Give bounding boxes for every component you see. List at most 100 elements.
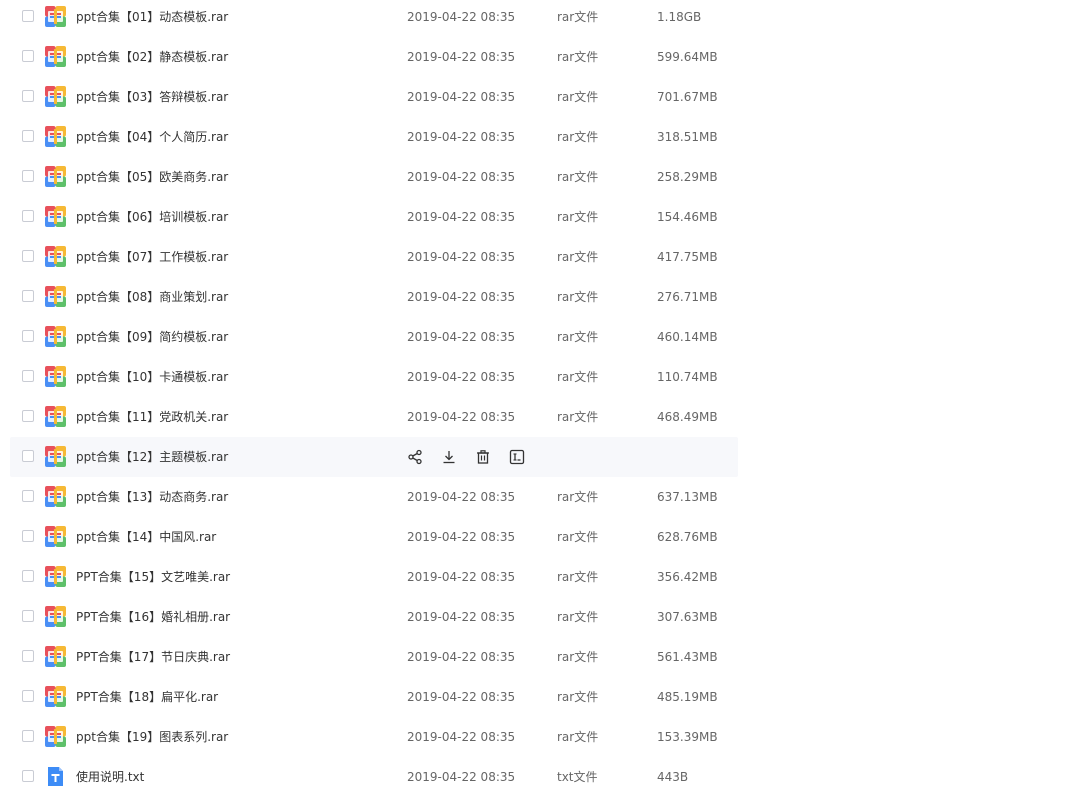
file-name-link[interactable]: ppt合集【03】答辩模板.rar bbox=[76, 77, 228, 117]
file-row[interactable]: ppt合集【14】中国风.rar 2019-04-22 08:35 rar文件 628… bbox=[10, 517, 738, 557]
file-name-link[interactable]: PPT合集【15】文艺唯美.rar bbox=[76, 557, 230, 597]
file-type: rar文件 bbox=[557, 490, 599, 504]
file-name-link[interactable]: ppt合集【06】培训模板.rar bbox=[76, 197, 228, 237]
file-size: 318.51MB bbox=[657, 130, 718, 144]
file-row[interactable]: ppt合集【02】静态模板.rar 2019-04-22 08:35 rar文件 59… bbox=[10, 37, 738, 77]
rename-button[interactable] bbox=[508, 448, 526, 466]
file-size: 628.76MB bbox=[657, 530, 718, 544]
file-row[interactable]: ppt合集【06】培训模板.rar 2019-04-22 08:35 rar文件 15… bbox=[10, 197, 738, 237]
file-name-link[interactable]: ppt合集【07】工作模板.rar bbox=[76, 237, 228, 277]
rar-archive-icon bbox=[45, 126, 66, 147]
rar-archive-icon bbox=[45, 6, 66, 27]
file-date: 2019-04-22 08:35 bbox=[407, 490, 516, 504]
row-checkbox[interactable] bbox=[22, 690, 34, 702]
row-checkbox[interactable] bbox=[22, 330, 34, 342]
file-date: 2019-04-22 08:35 bbox=[407, 410, 516, 424]
row-checkbox[interactable] bbox=[22, 10, 34, 22]
file-row[interactable]: ppt合集【10】卡通模板.rar 2019-04-22 08:35 rar文件 11… bbox=[10, 357, 738, 397]
file-name-link[interactable]: ppt合集【01】动态模板.rar bbox=[76, 0, 228, 37]
rename-icon bbox=[509, 449, 525, 465]
file-size: 460.14MB bbox=[657, 330, 718, 344]
file-name-link[interactable]: ppt合集【12】主题模板.rar bbox=[76, 437, 228, 477]
delete-icon bbox=[477, 450, 489, 464]
file-type: rar文件 bbox=[557, 50, 599, 64]
row-checkbox[interactable] bbox=[22, 130, 34, 142]
file-name-link[interactable]: ppt合集【09】简约模板.rar bbox=[76, 317, 228, 357]
rar-archive-icon bbox=[45, 46, 66, 67]
row-checkbox[interactable] bbox=[22, 250, 34, 262]
file-name-link[interactable]: ppt合集【02】静态模板.rar bbox=[76, 37, 228, 77]
rar-archive-icon bbox=[45, 446, 66, 467]
share-button[interactable] bbox=[406, 448, 424, 466]
file-row[interactable]: PPT合集【15】文艺唯美.rar 2019-04-22 08:35 rar文件 35… bbox=[10, 557, 738, 597]
file-type: rar文件 bbox=[557, 410, 599, 424]
file-row[interactable]: ppt合集【08】商业策划.rar 2019-04-22 08:35 rar文件 27… bbox=[10, 277, 738, 317]
file-type: rar文件 bbox=[557, 650, 599, 664]
file-type: rar文件 bbox=[557, 210, 599, 224]
file-list: ppt合集【01】动态模板.rar 2019-04-22 08:35 rar文件 1.… bbox=[10, 0, 738, 797]
row-checkbox[interactable] bbox=[22, 450, 34, 462]
file-type: rar文件 bbox=[557, 290, 599, 304]
file-row[interactable]: ppt合集【12】主题模板.rar bbox=[10, 437, 738, 477]
row-checkbox[interactable] bbox=[22, 530, 34, 542]
rar-archive-icon bbox=[45, 726, 66, 747]
file-name-link[interactable]: ppt合集【13】动态商务.rar bbox=[76, 477, 228, 517]
row-checkbox[interactable] bbox=[22, 170, 34, 182]
file-name-link[interactable]: 使用说明.txt bbox=[76, 757, 144, 797]
file-type: rar文件 bbox=[557, 610, 599, 624]
file-date: 2019-04-22 08:35 bbox=[407, 690, 516, 704]
file-size: 276.71MB bbox=[657, 290, 718, 304]
file-row[interactable]: PPT合集【17】节日庆典.rar 2019-04-22 08:35 rar文件 56… bbox=[10, 637, 738, 677]
file-date: 2019-04-22 08:35 bbox=[407, 610, 516, 624]
row-checkbox[interactable] bbox=[22, 290, 34, 302]
file-row[interactable]: PPT合集【16】婚礼相册.rar 2019-04-22 08:35 rar文件 30… bbox=[10, 597, 738, 637]
file-row[interactable]: ppt合集【07】工作模板.rar 2019-04-22 08:35 rar文件 41… bbox=[10, 237, 738, 277]
file-type: rar文件 bbox=[557, 330, 599, 344]
file-row[interactable]: ppt合集【01】动态模板.rar 2019-04-22 08:35 rar文件 1.… bbox=[10, 0, 738, 37]
file-name-link[interactable]: ppt合集【04】个人简历.rar bbox=[76, 117, 228, 157]
file-row[interactable]: ppt合集【19】图表系列.rar 2019-04-22 08:35 rar文件 15… bbox=[10, 717, 738, 757]
row-checkbox[interactable] bbox=[22, 610, 34, 622]
file-type: rar文件 bbox=[557, 570, 599, 584]
row-checkbox[interactable] bbox=[22, 770, 34, 782]
row-checkbox[interactable] bbox=[22, 50, 34, 62]
file-name-link[interactable]: PPT合集【16】婚礼相册.rar bbox=[76, 597, 230, 637]
row-checkbox[interactable] bbox=[22, 210, 34, 222]
rar-archive-icon bbox=[45, 486, 66, 507]
file-name-link[interactable]: ppt合集【05】欧美商务.rar bbox=[76, 157, 228, 197]
file-type: txt文件 bbox=[557, 770, 598, 784]
file-name-link[interactable]: ppt合集【08】商业策划.rar bbox=[76, 277, 228, 317]
rar-archive-icon bbox=[45, 606, 66, 627]
file-size: 307.63MB bbox=[657, 610, 718, 624]
file-row[interactable]: ppt合集【09】简约模板.rar 2019-04-22 08:35 rar文件 46… bbox=[10, 317, 738, 357]
file-name-link[interactable]: ppt合集【14】中国风.rar bbox=[76, 517, 216, 557]
download-button[interactable] bbox=[440, 448, 458, 466]
file-name-link[interactable]: PPT合集【18】扁平化.rar bbox=[76, 677, 218, 717]
file-date: 2019-04-22 08:35 bbox=[407, 50, 516, 64]
file-row[interactable]: 使用说明.txt 2019-04-22 08:35 txt文件 443B bbox=[10, 757, 738, 797]
file-type: rar文件 bbox=[557, 730, 599, 744]
file-name-link[interactable]: ppt合集【11】党政机关.rar bbox=[76, 397, 228, 437]
delete-button[interactable] bbox=[474, 448, 492, 466]
file-row[interactable]: ppt合集【03】答辩模板.rar 2019-04-22 08:35 rar文件 70… bbox=[10, 77, 738, 117]
file-row[interactable]: ppt合集【13】动态商务.rar 2019-04-22 08:35 rar文件 63… bbox=[10, 477, 738, 517]
row-checkbox[interactable] bbox=[22, 650, 34, 662]
row-checkbox[interactable] bbox=[22, 490, 34, 502]
file-date: 2019-04-22 08:35 bbox=[407, 290, 516, 304]
file-date: 2019-04-22 08:35 bbox=[407, 130, 516, 144]
row-checkbox[interactable] bbox=[22, 410, 34, 422]
file-row[interactable]: ppt合集【11】党政机关.rar 2019-04-22 08:35 rar文件 46… bbox=[10, 397, 738, 437]
file-row[interactable]: ppt合集【05】欧美商务.rar 2019-04-22 08:35 rar文件 25… bbox=[10, 157, 738, 197]
file-row[interactable]: PPT合集【18】扁平化.rar 2019-04-22 08:35 rar文件 485… bbox=[10, 677, 738, 717]
file-name-link[interactable]: PPT合集【17】节日庆典.rar bbox=[76, 637, 230, 677]
file-type: rar文件 bbox=[557, 370, 599, 384]
row-checkbox[interactable] bbox=[22, 90, 34, 102]
file-name-link[interactable]: ppt合集【19】图表系列.rar bbox=[76, 717, 228, 757]
row-checkbox[interactable] bbox=[22, 730, 34, 742]
file-type: rar文件 bbox=[557, 130, 599, 144]
row-checkbox[interactable] bbox=[22, 570, 34, 582]
rar-archive-icon bbox=[45, 286, 66, 307]
file-row[interactable]: ppt合集【04】个人简历.rar 2019-04-22 08:35 rar文件 31… bbox=[10, 117, 738, 157]
row-checkbox[interactable] bbox=[22, 370, 34, 382]
file-name-link[interactable]: ppt合集【10】卡通模板.rar bbox=[76, 357, 228, 397]
